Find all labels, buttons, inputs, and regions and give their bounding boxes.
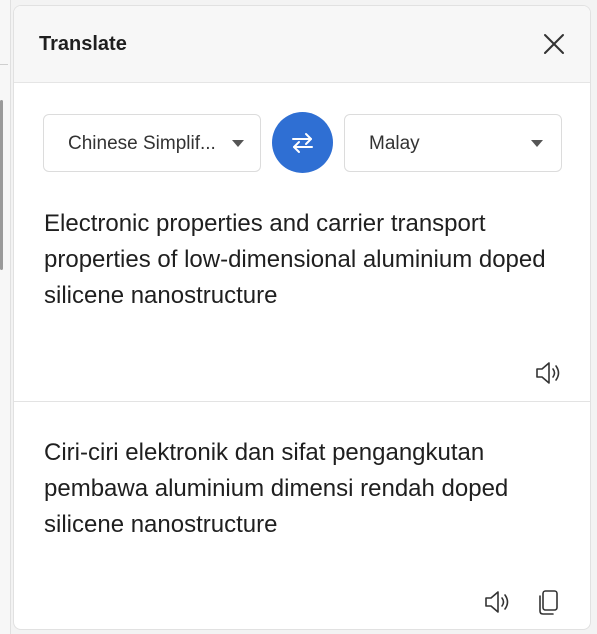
listen-translation-button[interactable] xyxy=(482,587,512,617)
swap-icon xyxy=(292,133,313,153)
translated-text: Ciri-ciri elektronik dan sifat pengangku… xyxy=(44,439,509,538)
speaker-icon xyxy=(485,591,509,613)
translate-panel: Translate Chinese Simplif... Malay Elect… xyxy=(13,5,591,630)
divider-line xyxy=(0,64,8,65)
listen-source-button[interactable] xyxy=(533,358,563,388)
scrollbar[interactable] xyxy=(0,100,3,270)
panel-title: Translate xyxy=(39,33,127,55)
chevron-down-icon xyxy=(531,140,543,147)
swap-languages-button[interactable] xyxy=(272,112,333,173)
close-icon xyxy=(544,34,564,54)
target-language-select[interactable]: Malay xyxy=(344,114,562,172)
copy-button[interactable] xyxy=(534,587,564,617)
source-text: Electronic properties and carrier transp… xyxy=(44,210,546,309)
source-language-select[interactable]: Chinese Simplif... xyxy=(43,114,261,172)
section-divider xyxy=(14,401,590,402)
chevron-down-icon xyxy=(232,140,244,147)
panel-header: Translate xyxy=(14,6,590,83)
source-language-label: Chinese Simplif... xyxy=(68,133,216,154)
copy-icon xyxy=(539,590,558,615)
target-language-label: Malay xyxy=(369,133,420,154)
speaker-icon xyxy=(536,362,560,384)
close-button[interactable] xyxy=(540,30,568,58)
background-window-edge xyxy=(0,0,11,634)
